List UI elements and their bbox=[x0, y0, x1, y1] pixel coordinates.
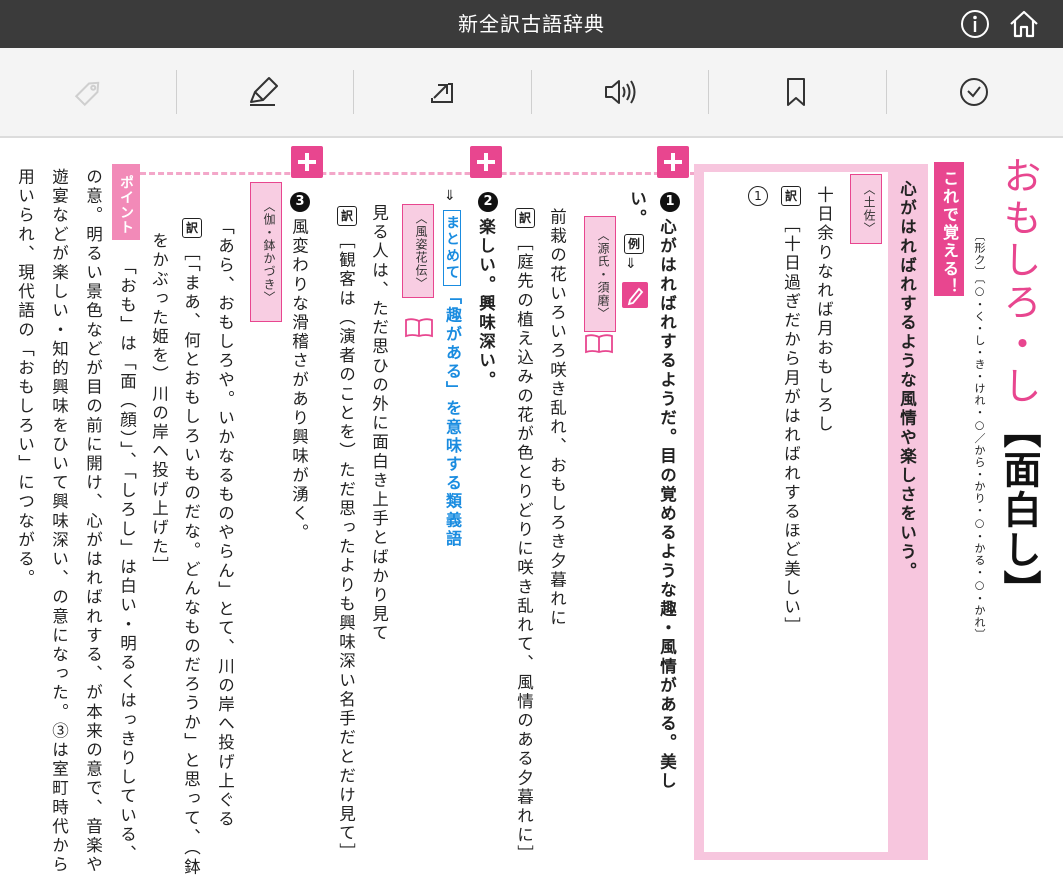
point-label: ポイント bbox=[112, 164, 140, 240]
pencil-icon[interactable] bbox=[622, 282, 648, 308]
fushikaden-translation: ［観客は（演者のことを）ただ思ったよりも興味深い名手だとだけ見て］ bbox=[336, 232, 356, 863]
point-line-3: 遊宴などが楽しい・知的興味をひいて興味深い、の意になった。③は室町時代から bbox=[49, 168, 69, 875]
home-icon[interactable] bbox=[1007, 7, 1041, 41]
headword-kanji: 【面白し】 bbox=[997, 410, 1041, 610]
headword: おもしろ・し bbox=[997, 156, 1041, 408]
sense-1-definition-cont: い。 bbox=[627, 190, 647, 229]
plus-icon[interactable] bbox=[291, 146, 323, 178]
toolbar-divider bbox=[176, 70, 177, 114]
memory-text: 心がはればれするような風情や楽しさをいう。 bbox=[897, 180, 917, 582]
open-book-icon[interactable] bbox=[404, 316, 434, 338]
dashed-divider bbox=[140, 172, 696, 175]
genji-translation: ［庭先の植え込みの花が色とりどりに咲き乱れて、風情のある夕暮れに］ bbox=[514, 234, 534, 865]
plus-icon[interactable] bbox=[657, 146, 689, 178]
arrow-icon: ⇓ bbox=[444, 188, 456, 204]
conjugation: 〔形ク〕〔○・く・し・き・けれ・○／から・かり・○・かる・○・かれ〕 bbox=[973, 230, 986, 641]
source-tag-genji: 〈源氏・須磨〉 bbox=[584, 216, 616, 332]
toolbar-divider bbox=[353, 70, 354, 114]
toolbar-divider bbox=[531, 70, 532, 114]
toolbar-divider bbox=[708, 70, 709, 114]
toolbar bbox=[0, 48, 1063, 138]
translation-badge: 訳 bbox=[781, 186, 801, 206]
translation-badge: 訳 bbox=[182, 218, 202, 238]
highlighter-icon[interactable] bbox=[245, 72, 285, 112]
app-title: 新全訳古語辞典 bbox=[458, 12, 605, 36]
translation-badge: 訳 bbox=[515, 208, 535, 228]
plus-icon[interactable] bbox=[470, 146, 502, 178]
down-arrow-icon: ⇓ bbox=[625, 256, 637, 272]
fushikaden-example: 見る人は、ただ思ひの外に面白き上手とばかり見て bbox=[369, 204, 389, 644]
example-badge: 例 bbox=[624, 234, 644, 254]
source-tag-tosa: 〈土佐〉 bbox=[850, 174, 882, 244]
dictionary-entry: おもしろ・し 【面白し】 〔形ク〕〔○・く・し・き・けれ・○／から・かり・○・か… bbox=[0, 138, 1063, 888]
open-book-icon[interactable] bbox=[584, 332, 614, 354]
toolbar-divider bbox=[886, 70, 887, 114]
circled-number: 1 bbox=[748, 186, 768, 206]
matomete-text[interactable]: 「趣がある」を意味する類義語 bbox=[443, 288, 462, 548]
sense-2-definition: 楽しい。興味深い。 bbox=[476, 218, 496, 390]
source-tag-otogi: 〈伽・鉢かづき〉 bbox=[250, 182, 282, 322]
speaker-icon[interactable] bbox=[600, 72, 640, 112]
title-bar: 新全訳古語辞典 bbox=[0, 0, 1063, 48]
memory-label: これで覚える！ bbox=[934, 162, 964, 296]
point-line-2: の意。明るい景色などが目の前に開け、心がはればれする、が本来の意で、音楽や bbox=[83, 168, 103, 875]
history-icon[interactable] bbox=[954, 72, 994, 112]
tosa-translation: ［十日過ぎだから月がはればれするほど美しい］ bbox=[781, 216, 801, 637]
bookmark-icon[interactable] bbox=[776, 72, 816, 112]
matomete-link[interactable]: まとめて bbox=[443, 210, 461, 287]
otogi-translation-1: ［「まあ、何とおもしろいものだな。どんなものだろうか」と思って、（鉢 bbox=[181, 244, 201, 877]
sense-1-definition: 心がはればれするようだ。目の覚めるような趣・風情がある。美し bbox=[657, 218, 677, 791]
sense-3-definition: 風変わりな滑稽さがあり興味が湧く。 bbox=[289, 218, 309, 543]
sense-number-2: 2 bbox=[478, 190, 498, 212]
genji-example: 前栽の花いろいろ咲き乱れ、おもしろき夕暮れに bbox=[547, 208, 567, 629]
point-line-4: 用いられ、現代語の「おもしろい」につながる。 bbox=[15, 168, 35, 589]
translation-badge: 訳 bbox=[337, 206, 357, 226]
point-line-1: 「おも」は「面（顔）」、「しろし」は白い・明るくはっきりしている、 bbox=[117, 258, 137, 864]
sense-number-1: 1 bbox=[660, 190, 680, 212]
otogi-translation-2: をかぶった姫を）川の岸へ投げ上げた］ bbox=[149, 232, 169, 576]
jump-arrow-icon[interactable] bbox=[422, 72, 462, 112]
otogi-example: 「あら、おもしろや。いかなるものやらん」とて、川の岸へ投げ上ぐる bbox=[215, 218, 235, 830]
price-tag-icon[interactable] bbox=[69, 72, 109, 112]
tosa-example: 十日余りなれば月おもしろし bbox=[814, 186, 834, 435]
info-icon[interactable] bbox=[958, 7, 992, 41]
sense-number-3: 3 bbox=[290, 190, 310, 212]
source-tag-fushikaden: 〈風姿花伝〉 bbox=[402, 204, 434, 298]
